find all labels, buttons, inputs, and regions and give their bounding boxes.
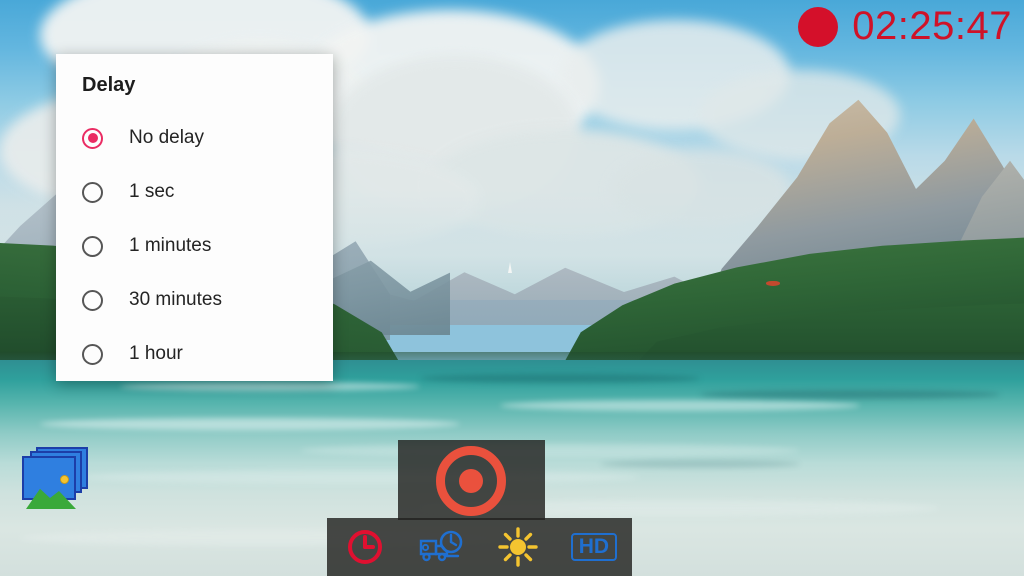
record-button[interactable] <box>436 446 506 516</box>
delay-dialog: Delay No delay 1 sec 1 minutes 30 minute… <box>56 54 333 381</box>
hd-badge-icon: HD <box>570 533 618 561</box>
gallery-mountain-icon <box>26 488 76 509</box>
delay-option-1-sec[interactable]: 1 sec <box>56 165 333 219</box>
delay-option-label: 1 sec <box>129 181 175 202</box>
gallery-stack-icon <box>22 456 76 509</box>
record-dot-icon <box>798 6 839 47</box>
delay-option-1-minutes[interactable]: 1 minutes <box>56 219 333 273</box>
gallery-sun-icon <box>60 475 69 484</box>
recording-status: 02:25:47 <box>798 4 1012 49</box>
gallery-button[interactable] <box>22 447 92 509</box>
delay-option-no-delay[interactable]: No delay <box>56 111 333 165</box>
delay-option-30-minutes[interactable]: 30 minutes <box>56 273 333 327</box>
delay-timer-button[interactable] <box>327 518 403 576</box>
water-ripple <box>600 460 800 468</box>
sun-icon <box>497 527 538 567</box>
delay-option-label: 1 hour <box>129 343 183 364</box>
video-quality-button[interactable]: HD <box>556 518 632 576</box>
water-ripple <box>120 382 420 391</box>
radio-button-icon[interactable] <box>82 235 103 257</box>
delay-option-1-hour[interactable]: 1 hour <box>56 327 333 381</box>
clock-icon <box>348 530 383 564</box>
truck-clock-icon <box>420 530 463 562</box>
recording-elapsed-time: 02:25:47 <box>852 4 1012 48</box>
canoe <box>766 281 780 286</box>
schedule-recording-button[interactable] <box>403 518 479 576</box>
radio-button-selected-icon[interactable] <box>82 127 103 149</box>
water-ripple <box>80 470 640 484</box>
water-ripple <box>700 390 1000 399</box>
water-ripple <box>420 374 700 383</box>
radio-button-icon[interactable] <box>82 181 103 203</box>
delay-option-label: 1 minutes <box>129 235 212 256</box>
radio-button-icon[interactable] <box>82 343 103 365</box>
water-ripple <box>300 444 800 457</box>
delay-option-list: No delay 1 sec 1 minutes 30 minutes 1 ho… <box>56 111 333 381</box>
app-screen: 02:25:47 Delay No delay 1 sec 1 minutes … <box>0 0 1024 576</box>
water-ripple <box>40 418 460 430</box>
brightness-button[interactable] <box>480 518 556 576</box>
delay-option-label: No delay <box>129 127 204 148</box>
delay-option-label: 30 minutes <box>129 289 222 310</box>
dialog-title: Delay <box>82 74 136 96</box>
tool-bar: HD <box>327 518 632 576</box>
radio-button-icon[interactable] <box>82 289 103 311</box>
water-ripple <box>500 400 860 411</box>
